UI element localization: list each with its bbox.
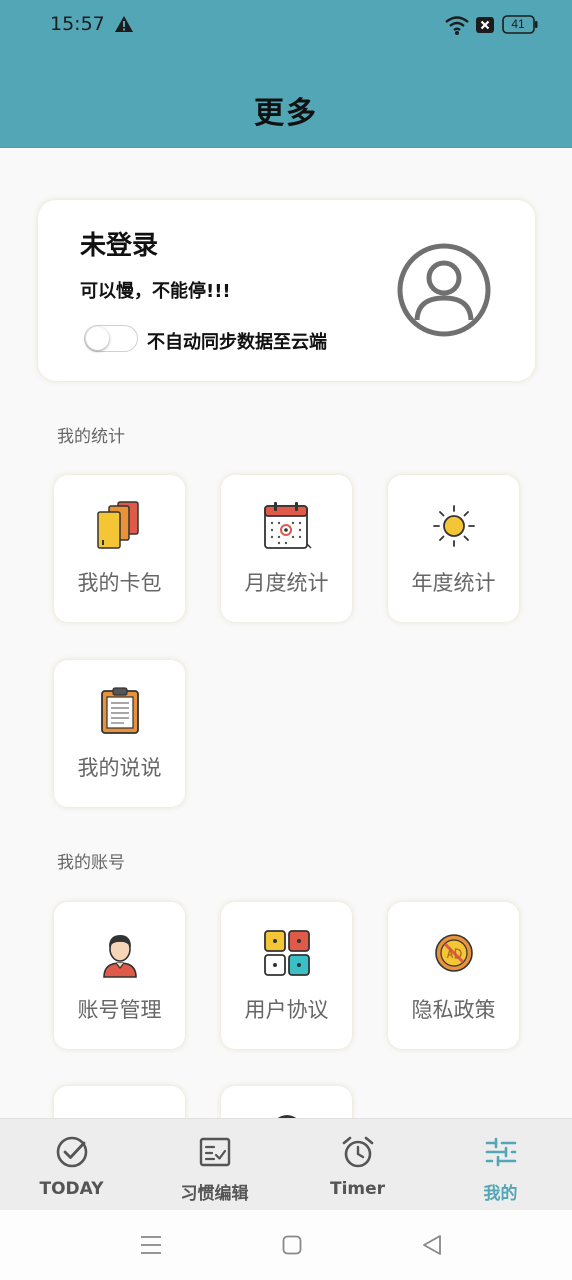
tab-label: 我的 — [483, 1184, 518, 1204]
tile-label: 隐私政策 — [411, 998, 496, 1022]
calendar-icon — [264, 502, 312, 549]
profile-card[interactable]: 未登录 可以慢，不能停!!! 不自动同步数据至云端 — [38, 200, 535, 381]
tile-user-agreement[interactable]: 用户协议 — [221, 902, 352, 1049]
home-icon[interactable] — [282, 1235, 302, 1255]
tile-label: 我的卡包 — [77, 571, 162, 595]
back-icon[interactable] — [422, 1234, 442, 1256]
clipboard-icon — [101, 687, 139, 734]
login-status[interactable]: 未登录 — [80, 225, 158, 262]
page-title: 更多 — [254, 96, 318, 131]
tile-card-pack[interactable]: 我的卡包 — [54, 475, 185, 622]
tile-privacy-policy[interactable]: 隐私政策 — [388, 902, 519, 1049]
status-time: 15:57 — [50, 13, 105, 35]
check-circle-icon — [56, 1136, 88, 1168]
section-label-stats: 我的统计 — [57, 427, 125, 447]
tile-my-posts[interactable]: 我的说说 — [54, 660, 185, 807]
tile-label: 账号管理 — [77, 998, 162, 1022]
tab-label: TODAY — [39, 1179, 104, 1199]
toggle-knob — [86, 327, 109, 350]
user-icon — [103, 935, 137, 978]
tile-monthly-stats[interactable]: 月度统计 — [221, 475, 352, 622]
tab-today[interactable]: TODAY — [0, 1119, 143, 1211]
tab-mine[interactable]: 我的 — [429, 1119, 572, 1211]
cloud-sync-toggle[interactable] — [84, 325, 138, 352]
cloud-sync-label: 不自动同步数据至云端 — [147, 332, 327, 353]
tile-label: 月度统计 — [244, 571, 329, 595]
tile-label: 我的说说 — [77, 756, 162, 780]
sliders-icon — [485, 1137, 517, 1167]
section-label-account: 我的账号 — [57, 853, 125, 873]
sun-icon — [433, 505, 475, 547]
tab-timer[interactable]: Timer — [286, 1119, 429, 1211]
header-bar: 15:57 41 更多 — [0, 0, 572, 148]
menu-icon[interactable] — [140, 1235, 162, 1255]
tile-label: 年度统计 — [411, 571, 496, 595]
tab-label: 习惯编辑 — [180, 1184, 249, 1204]
battery-icon: 41 — [502, 15, 538, 34]
tile-account-management[interactable]: 账号管理 — [54, 902, 185, 1049]
avatar-icon[interactable] — [396, 242, 492, 338]
tab-habit-edit[interactable]: 习惯编辑 — [143, 1119, 286, 1211]
system-nav-bar — [0, 1210, 572, 1280]
edit-list-icon — [199, 1137, 231, 1167]
cards-icon — [97, 501, 139, 549]
motto-text: 可以慢，不能停!!! — [80, 281, 231, 302]
tile-yearly-stats[interactable]: 年度统计 — [388, 475, 519, 622]
no-ad-icon — [435, 934, 473, 972]
tab-label: Timer — [329, 1179, 386, 1199]
wifi-icon — [445, 16, 469, 35]
battery-level: 41 — [511, 17, 525, 31]
grid-icon — [264, 930, 310, 976]
tile-label: 用户协议 — [244, 998, 329, 1022]
warning-icon — [115, 16, 133, 32]
no-signal-icon — [476, 17, 494, 33]
bottom-tab-bar: TODAY 习惯编辑 Timer 我的 — [0, 1118, 572, 1210]
alarm-clock-icon — [342, 1136, 374, 1168]
